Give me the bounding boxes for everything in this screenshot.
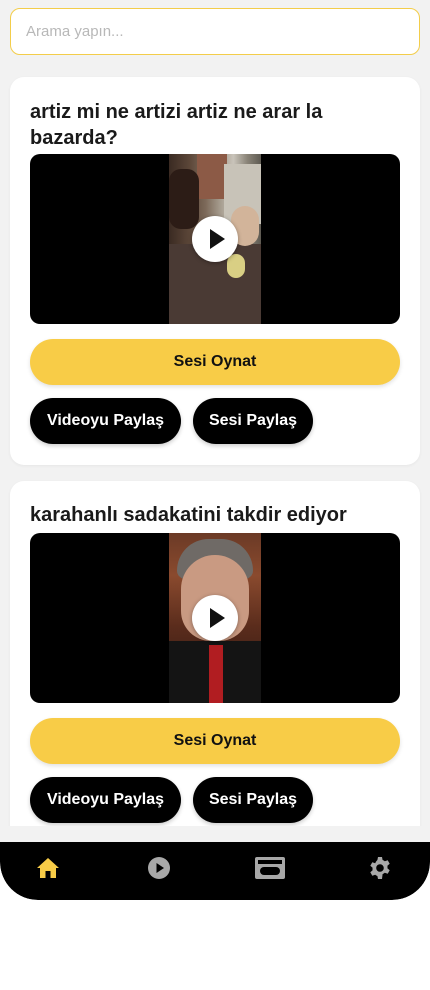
share-sound-button[interactable]: Sesi Paylaş [193, 398, 313, 444]
sound-card: karahanlı sadakatini takdir ediyor Sesi … [10, 481, 420, 861]
card-title: karahanlı sadakatini takdir ediyor [30, 504, 347, 526]
home-icon [37, 858, 59, 878]
bottom-tab-bar [0, 842, 430, 900]
sound-card: artiz mi ne artizi artiz ne arar la baza… [10, 77, 420, 465]
tab-settings[interactable] [350, 842, 410, 894]
play-sound-button[interactable]: Sesi Oynat [30, 339, 400, 385]
app-screen: artiz mi ne artizi artiz ne arar la baza… [0, 0, 430, 900]
list-bottom-edge [0, 826, 430, 842]
video-player[interactable] [30, 533, 400, 703]
video-tape-icon [255, 857, 285, 879]
gear-icon [370, 857, 390, 879]
play-icon[interactable] [192, 216, 238, 262]
search-input[interactable] [10, 8, 420, 55]
play-circle-icon [148, 857, 170, 879]
share-sound-button[interactable]: Sesi Paylaş [193, 777, 313, 823]
tab-home[interactable] [18, 842, 78, 894]
share-video-button[interactable]: Videoyu Paylaş [30, 398, 181, 444]
card-title: artiz mi ne artizi artiz ne arar la baza… [30, 101, 323, 149]
play-icon[interactable] [192, 595, 238, 641]
play-sound-button[interactable]: Sesi Oynat [30, 718, 400, 764]
video-player[interactable] [30, 154, 400, 324]
tab-play[interactable] [129, 842, 189, 894]
share-video-button[interactable]: Videoyu Paylaş [30, 777, 181, 823]
tab-videos[interactable] [240, 842, 300, 894]
search-bar [10, 8, 420, 55]
